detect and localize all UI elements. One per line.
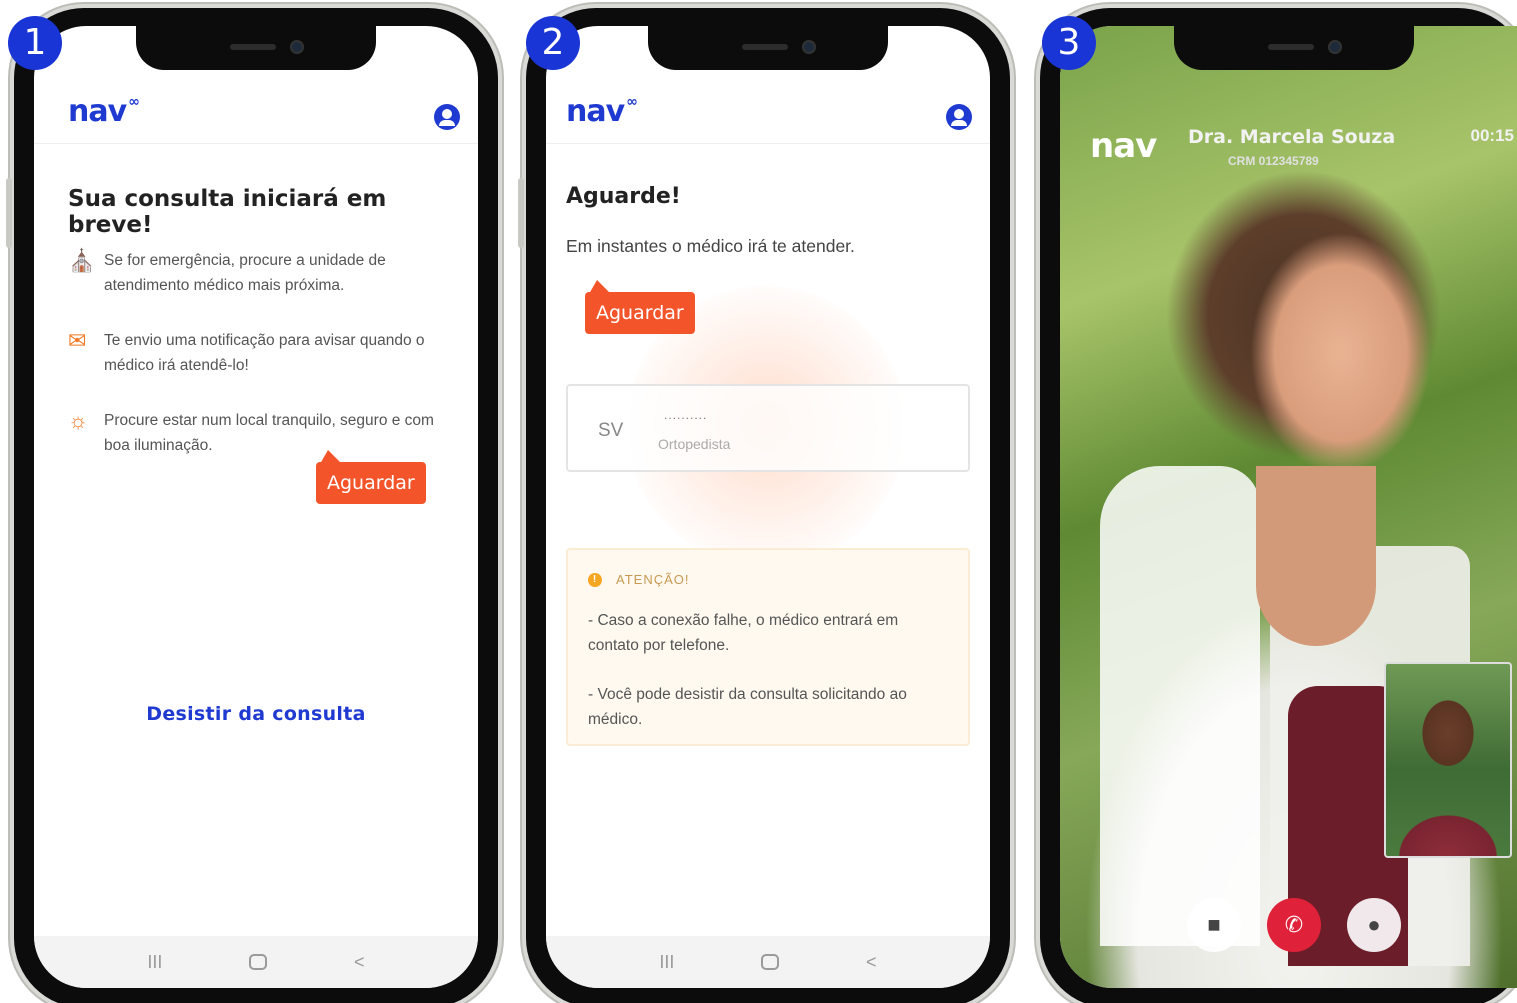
- nav-logo[interactable]: nav ∞: [566, 94, 638, 129]
- volume-button: [518, 178, 524, 248]
- step-badge-1: 1: [8, 16, 62, 70]
- home-button[interactable]: [761, 954, 780, 970]
- doctor-name: ..........: [664, 408, 708, 422]
- logo-text: nav: [68, 94, 127, 129]
- doctor-coat: [1100, 466, 1260, 946]
- warning-line-1: - Caso a conexão falhe, o médico entrará…: [588, 612, 899, 654]
- info-item-notification: ✉ Te envio uma notificação para avisar q…: [68, 328, 454, 378]
- warning-heading: ! ATENÇÃO!: [588, 572, 690, 587]
- notch: [1174, 26, 1414, 70]
- front-camera: [802, 40, 816, 54]
- nav-logo: nav: [1090, 126, 1157, 166]
- video-call-screen: nav Dra. Marcela Souza CRM 012345789 00:…: [1060, 26, 1517, 988]
- front-camera: [290, 40, 304, 54]
- phone-screen-3: nav Dra. Marcela Souza CRM 012345789 00:…: [1040, 8, 1517, 1003]
- recents-button[interactable]: III: [659, 952, 674, 973]
- warning-title: ATENÇÃO!: [616, 572, 690, 587]
- alert-icon: !: [588, 572, 602, 587]
- end-call-icon[interactable]: ✆: [1267, 898, 1321, 952]
- chat-icon: ✉: [68, 328, 87, 353]
- call-controls: ■ ✆ ●: [1060, 898, 1517, 952]
- page-title: Sua consulta iniciará em breve!: [68, 186, 387, 238]
- front-camera: [1328, 40, 1342, 54]
- info-text: Procure estar num local tranquilo, segur…: [104, 412, 434, 454]
- recents-button[interactable]: III: [147, 952, 162, 973]
- step-badge-3: 3: [1042, 16, 1096, 70]
- speaker: [230, 44, 276, 50]
- app-screen: nav ∞ Aguarde! Em instantes o médico irá …: [546, 26, 990, 988]
- info-item-location: ☼ Procure estar num local tranquilo, seg…: [68, 408, 454, 458]
- doctor-name: Dra. Marcela Souza: [1188, 126, 1396, 148]
- step-badge-2: 2: [526, 16, 580, 70]
- notch: [136, 26, 376, 70]
- warning-box: ! ATENÇÃO! - Caso a conexão falhe, o médi…: [566, 548, 970, 746]
- doctor-specialty: Ortopedista: [658, 436, 731, 452]
- warning-line-2: - Você pode desistir da consulta solicit…: [588, 686, 907, 728]
- logo-text: nav: [566, 94, 625, 129]
- video-camera-icon[interactable]: ■: [1187, 898, 1241, 952]
- profile-icon[interactable]: [434, 104, 460, 130]
- doctor-neck: [1256, 466, 1376, 646]
- doctor-avatar: SV: [598, 420, 624, 441]
- hospital-icon: ⛪: [68, 248, 96, 273]
- page-subtitle: Em instantes o médico irá te atender.: [566, 236, 855, 256]
- page-title: Aguarde!: [566, 184, 681, 209]
- speaker: [1268, 44, 1314, 50]
- back-button[interactable]: <: [354, 952, 365, 973]
- phone-screen-1: nav ∞ Sua consulta iniciará em breve! ⛪ S…: [6, 8, 498, 1003]
- info-text: Te envio uma notificação para avisar qua…: [104, 332, 425, 374]
- doctor-crm: CRM 012345789: [1228, 154, 1319, 168]
- volume-button: [6, 178, 12, 248]
- microphone-icon[interactable]: ●: [1347, 898, 1401, 952]
- notch: [648, 26, 888, 70]
- info-text: Se for emergência, procure a unidade de …: [104, 252, 386, 294]
- sun-icon: ☼: [68, 408, 89, 433]
- patient-self-view[interactable]: [1384, 662, 1512, 858]
- doctor-card: SV .......... Ortopedista: [566, 384, 970, 472]
- logo-infinity: ∞: [626, 94, 638, 110]
- profile-icon[interactable]: [946, 104, 972, 130]
- aguardar-tooltip: Aguardar: [585, 292, 695, 334]
- call-timer: 00:15: [1470, 126, 1514, 145]
- app-screen: nav ∞ Sua consulta iniciará em breve! ⛪ S…: [34, 26, 478, 988]
- aguardar-tooltip: Aguardar: [316, 462, 426, 504]
- back-button[interactable]: <: [866, 952, 877, 973]
- nav-logo[interactable]: nav ∞: [68, 94, 140, 129]
- home-button[interactable]: [249, 954, 268, 970]
- android-navbar: III <: [34, 936, 478, 988]
- logo-infinity: ∞: [128, 94, 140, 110]
- android-navbar: III <: [546, 936, 990, 988]
- info-item-emergency: ⛪ Se for emergência, procure a unidade d…: [68, 248, 454, 298]
- phone-screen-2: nav ∞ Aguarde! Em instantes o médico irá …: [518, 8, 1010, 1003]
- speaker: [742, 44, 788, 50]
- cancel-consultation-link[interactable]: Desistir da consulta: [34, 703, 478, 725]
